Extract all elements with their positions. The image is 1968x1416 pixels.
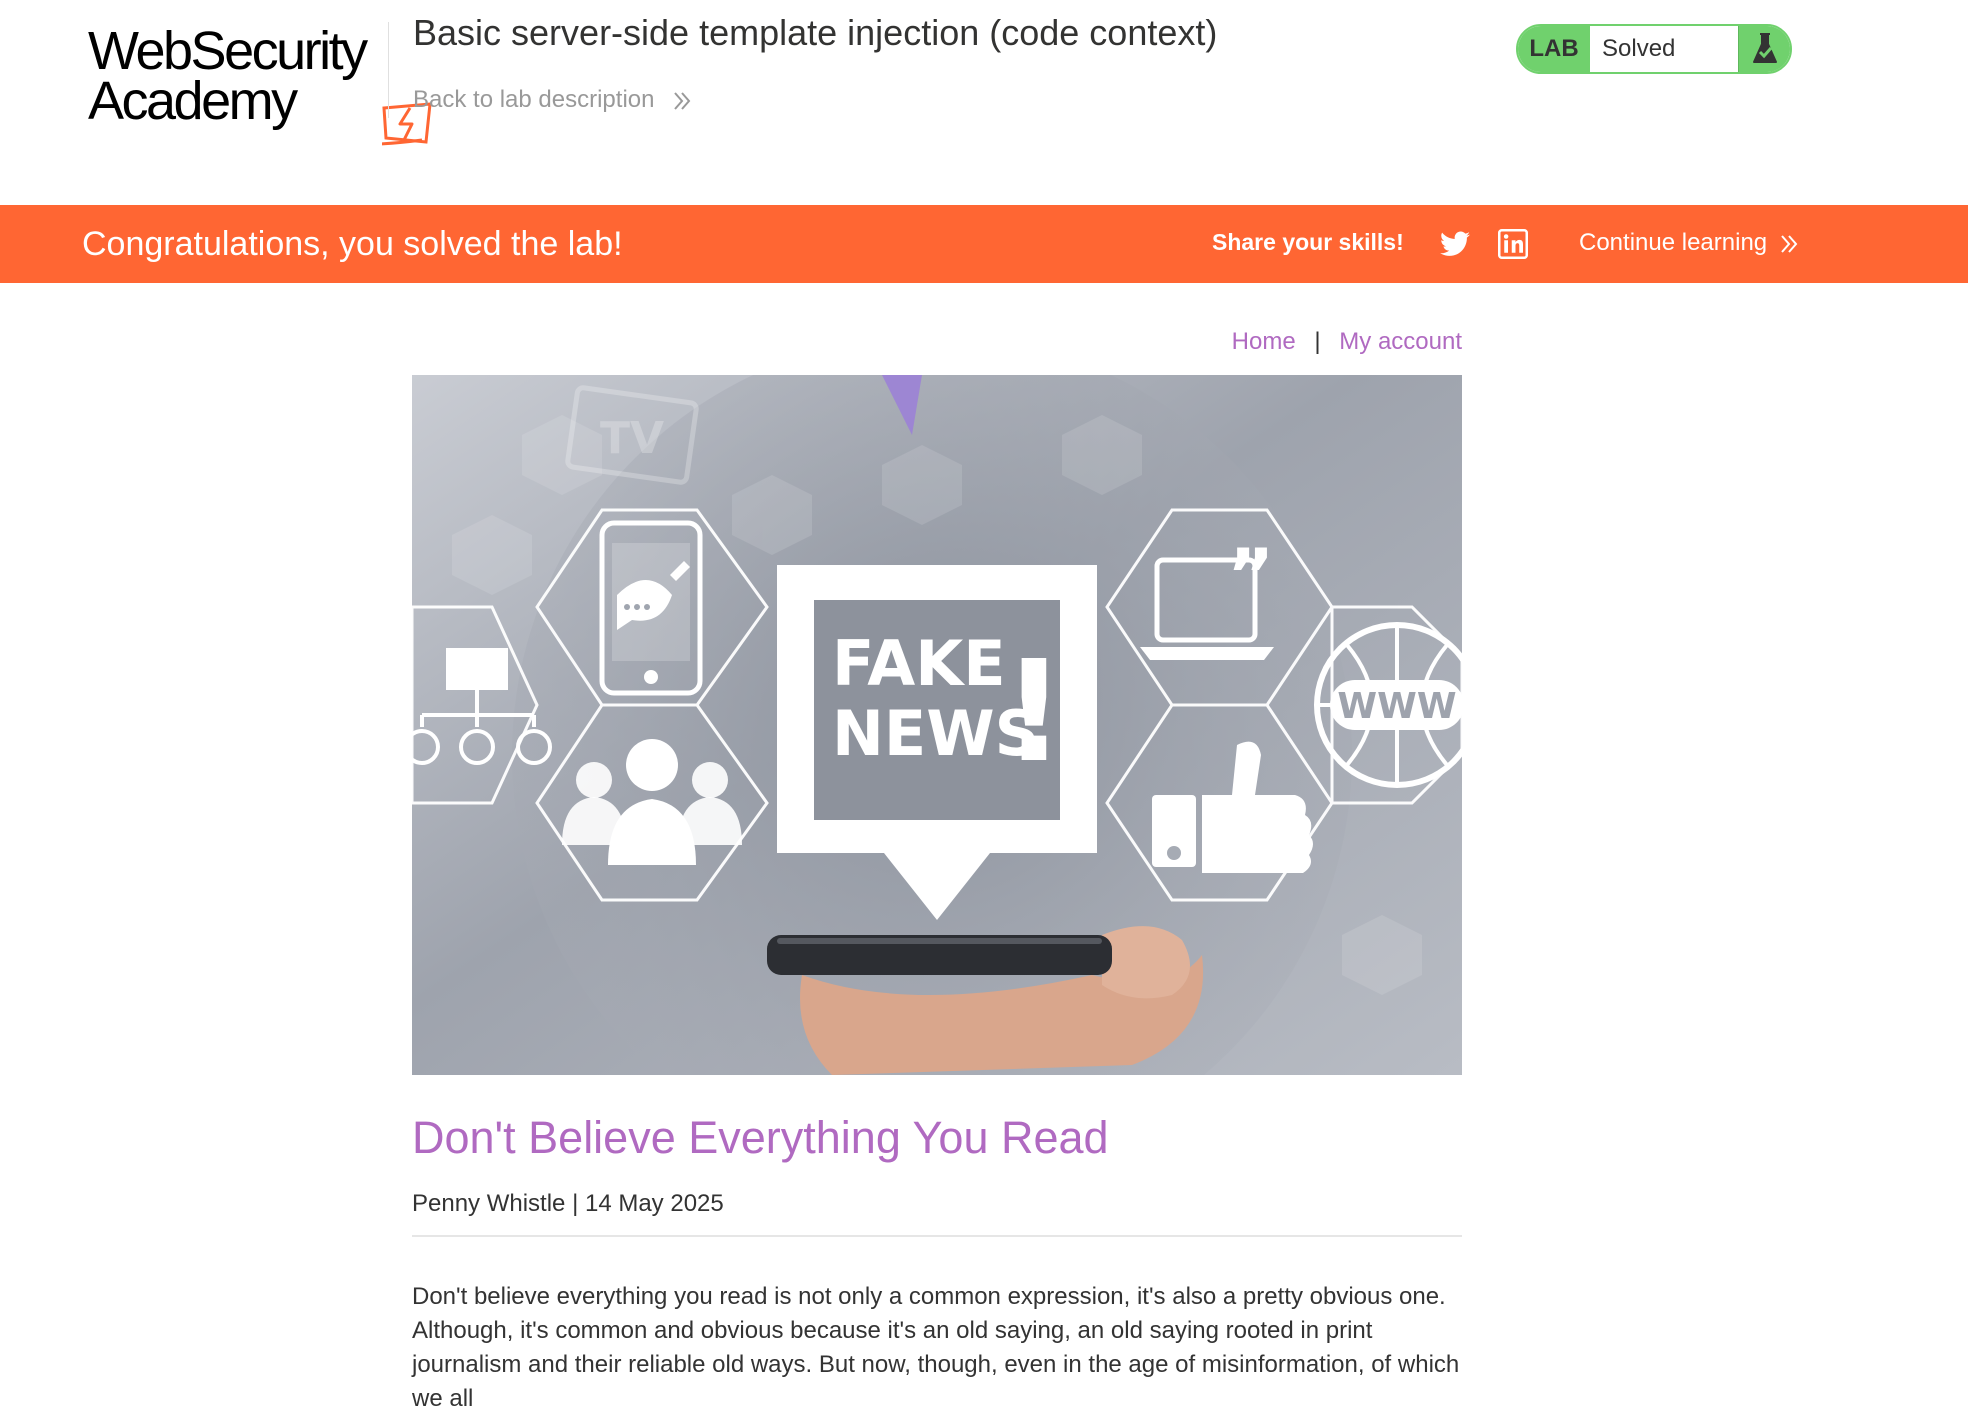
lab-solved-banner: Congratulations, you solved the lab! Sha… <box>0 205 1968 283</box>
post-divider <box>412 1235 1462 1237</box>
congratulations-message: Congratulations, you solved the lab! <box>82 225 623 263</box>
lab-title: Basic server-side template injection (co… <box>413 12 1218 53</box>
top-nav: Home | My account <box>1200 328 1462 356</box>
fake-news-illustration: TV ” WWW FAKE NEWS ! <box>412 375 1462 1075</box>
www-label: WWW <box>1337 686 1456 727</box>
lab-status-widget: LAB Solved <box>1516 24 1792 74</box>
svg-text:”: ” <box>1227 533 1274 617</box>
tv-icon-label: TV <box>600 413 664 464</box>
exclamation-label: ! <box>1002 631 1066 794</box>
logo-text-line2: Academy <box>88 71 298 131</box>
hand-holding-phone <box>767 926 1204 1075</box>
fake-label: FAKE <box>832 627 1006 700</box>
continue-learning-label: Continue learning <box>1579 229 1768 256</box>
share-skills-label: Share your skills! <box>1212 229 1404 255</box>
back-to-lab-description-link[interactable]: Back to lab description <box>413 86 691 114</box>
flask-icon <box>1738 26 1790 72</box>
web-security-academy-logo[interactable]: WebSecurity Academy <box>80 18 432 146</box>
logo-text-line1: WebSecurity <box>88 21 368 81</box>
blog-post-image: TV ” WWW FAKE NEWS ! <box>412 375 1462 1075</box>
linkedin-icon[interactable] <box>1498 229 1528 259</box>
double-chevron-right-icon <box>1781 234 1798 253</box>
post-author-date: Penny Whistle | 14 May 2025 <box>412 1190 724 1217</box>
post-paragraph: Don't believe everything you read is not… <box>412 1283 1460 1412</box>
lab-status-text: Solved <box>1602 35 1676 62</box>
double-chevron-right-icon <box>674 91 691 110</box>
my-account-link[interactable]: My account <box>1339 328 1462 355</box>
lab-header: WebSecurity Academy Basic server-side te… <box>0 0 1968 205</box>
lab-tag: LAB <box>1518 26 1590 72</box>
logo-divider <box>388 22 389 118</box>
home-link[interactable]: Home <box>1232 328 1296 355</box>
post-title: Don't Believe Everything You Read <box>412 1112 1109 1163</box>
nav-separator: | <box>1314 328 1321 355</box>
twitter-icon[interactable] <box>1440 231 1470 257</box>
back-link-label: Back to lab description <box>413 86 655 113</box>
continue-learning-link[interactable]: Continue learning <box>1579 229 1798 257</box>
post-body: Don't believe everything you read is not… <box>412 1280 1462 1416</box>
